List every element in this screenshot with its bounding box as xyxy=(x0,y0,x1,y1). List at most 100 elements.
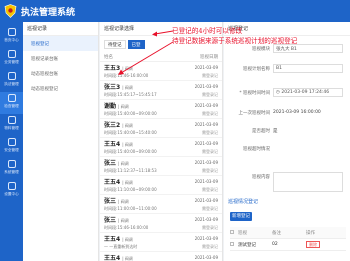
briefcase-icon xyxy=(7,50,16,58)
record-name: 张三2 xyxy=(104,122,121,129)
record-status: 需登录记 xyxy=(202,243,218,249)
record-status: 需登录记 xyxy=(202,110,218,116)
record-status: 需登录记 xyxy=(202,167,218,173)
sidebar-item-inspection[interactable]: 检查管理 xyxy=(0,92,23,114)
row-checkbox[interactable] xyxy=(230,241,234,246)
content-textarea[interactable] xyxy=(273,172,343,192)
record-date: 2021-03-09 xyxy=(194,160,218,165)
record-date: 2021-03-09 xyxy=(194,84,218,89)
sidebar-item-enforcement[interactable]: 执法管理 xyxy=(0,70,23,92)
subnav-item-dynamic-register[interactable]: 动态巡视登记 xyxy=(23,81,98,96)
record-name: 张三3 xyxy=(104,84,121,91)
subnav-item-dynamic-ledger[interactable]: 动态巡视台账 xyxy=(23,66,98,81)
list-item[interactable]: 张三 | 阀调 2021-03-09 时间段:11:12:37~11:18:53 需登录… xyxy=(100,157,222,176)
arrow-line-upper xyxy=(154,30,174,35)
field-overtime: 是否超时是 xyxy=(252,129,278,134)
record-kind: | 阀调 xyxy=(122,142,133,147)
sidebar-item-system[interactable]: 系统管理 xyxy=(0,158,23,180)
police-badge-icon xyxy=(4,4,17,18)
list-item[interactable]: 谢勤 | 阀调 2021-03-09 时间段:15:40:00~09:00:00 需登录… xyxy=(100,100,222,119)
record-name: 王五4 xyxy=(104,141,121,148)
delete-button[interactable]: 删除 xyxy=(306,240,320,248)
plan-name-input[interactable]: B1 xyxy=(273,64,343,73)
field-patrol-time: * 巡视时间时间 ◷ 2021-03-09 17:24:46 xyxy=(224,88,350,98)
record-kind: | 阀调 xyxy=(122,237,133,242)
record-name: 王五4 xyxy=(104,236,121,243)
record-status: 需登录记 xyxy=(202,205,218,211)
list-item[interactable]: 王五4 | 阀调 2021-03-09 时间段:11:10:00~09:00:00 需登… xyxy=(100,176,222,195)
table-header-row: 巡视 备注 操作 xyxy=(230,227,346,239)
record-kind: | 阀调 xyxy=(122,85,133,90)
sidebar-item-home[interactable]: 首页中心 xyxy=(0,26,23,48)
subnav-header: 巡视记录 xyxy=(23,22,98,36)
record-time: 时间段:11:10:00~09:00:00 xyxy=(104,186,157,192)
home-icon xyxy=(7,28,16,36)
record-name: 王五4 xyxy=(104,255,121,261)
section-title: 巡视情况登记 xyxy=(228,199,259,205)
gavel-icon xyxy=(7,72,16,80)
add-register-button[interactable]: 新增登记 xyxy=(230,212,252,221)
record-date: 2021-03-09 xyxy=(194,103,218,108)
record-status: 需登录记 xyxy=(202,186,218,192)
record-name: 王五4 xyxy=(104,179,121,186)
settings-icon xyxy=(7,182,16,190)
subnav-item-patrol-register[interactable]: 巡视登记 xyxy=(23,36,98,51)
list-item[interactable]: 张三 | 阀调 2021-03-09 时间段:11:00:00~11:00:00 需登录… xyxy=(100,195,222,214)
list-item[interactable]: 王五4 | 阀调 2021-03-09 时间段:15:40:00~09:00:00 需登… xyxy=(100,138,222,157)
record-kind: | 阀调 xyxy=(122,256,133,261)
record-time: 时间段:15:40:00~09:00:00 xyxy=(104,110,157,116)
register-table: 巡视 备注 操作 测试登记 02 删除 xyxy=(230,227,346,251)
sub-navigation: 巡视记录 巡视登记 巡视记录台账 动态巡视台账 动态巡视登记 xyxy=(23,22,99,261)
record-name: 张三 xyxy=(104,217,117,224)
list-item[interactable]: 张三3 | 阀调 2021-03-09 时间段:15:45:17~15:45:17 需登… xyxy=(100,81,222,100)
record-name: 谢勤 xyxy=(104,103,117,110)
record-date: 2021-03-09 xyxy=(194,179,218,184)
annotation-line-1: 已登记的4小时可以修改 xyxy=(172,27,243,35)
patrol-time-picker[interactable]: ◷ 2021-03-09 17:24:46 xyxy=(273,88,343,97)
sidebar-item-materials[interactable]: 物料管理 xyxy=(0,114,23,136)
record-rows: 王五3 | 阀调 2021-03-09 时间段:15:46-16:00:00 需登录记张… xyxy=(100,62,222,261)
list-item[interactable]: 王五4 | 阀调 2021-03-09 — 一直重新到达时 需登录记 xyxy=(100,233,222,252)
record-status: 需登录记 xyxy=(202,224,218,230)
record-kind: | 阀调 xyxy=(118,199,129,204)
record-kind: | 阀调 xyxy=(118,161,129,166)
arrow-head-upper xyxy=(152,31,157,37)
record-date: 2021-03-09 xyxy=(194,122,218,127)
record-date: 2021-03-09 xyxy=(194,255,218,260)
record-time: 时间段:11:12:37~11:18:53 xyxy=(104,167,157,173)
record-time: 时间段:15:45:17~15:45:17 xyxy=(104,91,157,97)
arrow-line-lower xyxy=(120,41,174,74)
subnav-item-patrol-ledger[interactable]: 巡视记录台账 xyxy=(23,51,98,66)
record-date: 2021-03-09 xyxy=(194,65,218,70)
list-item[interactable]: 王五4| 阀调2021-03-09时间段:15:46-16:00:00需登录记 xyxy=(100,252,222,261)
field-overtime-detail: 巡视超时情况 xyxy=(243,147,270,152)
main-sidebar: 首页中心 业务管理 执法管理 检查管理 物料管理 安全管理 系统管理 设置中心 xyxy=(0,22,23,261)
annotation-text: 已登记的4小时可以修改 待登记数据来源于系统巡视计划的巡视登记 xyxy=(172,26,350,46)
annotation-arrows xyxy=(118,30,174,75)
list-item[interactable]: 张三2 | 阀调 2021-03-09 时间段:15:40:00~15:40:00 需登… xyxy=(100,119,222,138)
record-time: 时间段:11:00:00~11:00:00 xyxy=(104,205,157,211)
record-time: 时间段:15:40:00~15:40:00 xyxy=(104,129,157,135)
sidebar-item-safety[interactable]: 安全管理 xyxy=(0,136,23,158)
sidebar-item-settings[interactable]: 设置中心 xyxy=(0,180,23,202)
field-last-time: 上一次巡视时间 2021-03-09 16:00:00 xyxy=(238,110,321,116)
record-status: 需登录记 xyxy=(202,72,218,78)
register-form-panel: 巡视登记 巡视模块 张九大 B1 巡视计划名称 B1 * 巡视时间时间 ◷ 2021-… xyxy=(224,22,350,261)
record-status: 需登录记 xyxy=(202,148,218,154)
app-title: 执法管理系统 xyxy=(21,8,76,18)
select-all-checkbox[interactable] xyxy=(230,229,234,234)
annotation-line-2: 待登记数据来源于系统巡视计划的巡视登记 xyxy=(172,37,298,45)
sidebar-item-business[interactable]: 业务管理 xyxy=(0,48,23,70)
record-name: 张三 xyxy=(104,198,117,205)
record-date: 2021-03-09 xyxy=(194,198,218,203)
box-icon xyxy=(7,116,16,124)
record-status: 需登录记 xyxy=(202,129,218,135)
list-item[interactable]: 张三 | 阀调 2021-03-09 时间段:15:46-16:00:00 需登录记 xyxy=(100,214,222,233)
column-date: 巡视日期 xyxy=(200,55,218,60)
shield-icon xyxy=(7,138,16,146)
record-kind: | 阀调 xyxy=(122,180,133,185)
top-bar: 执法管理系统 xyxy=(0,0,350,22)
record-time: 时间段:15:40:00~09:00:00 xyxy=(104,148,157,154)
field-plan-name: 巡视计划名称 B1 xyxy=(224,64,350,74)
record-kind: | 阀调 xyxy=(122,123,133,128)
